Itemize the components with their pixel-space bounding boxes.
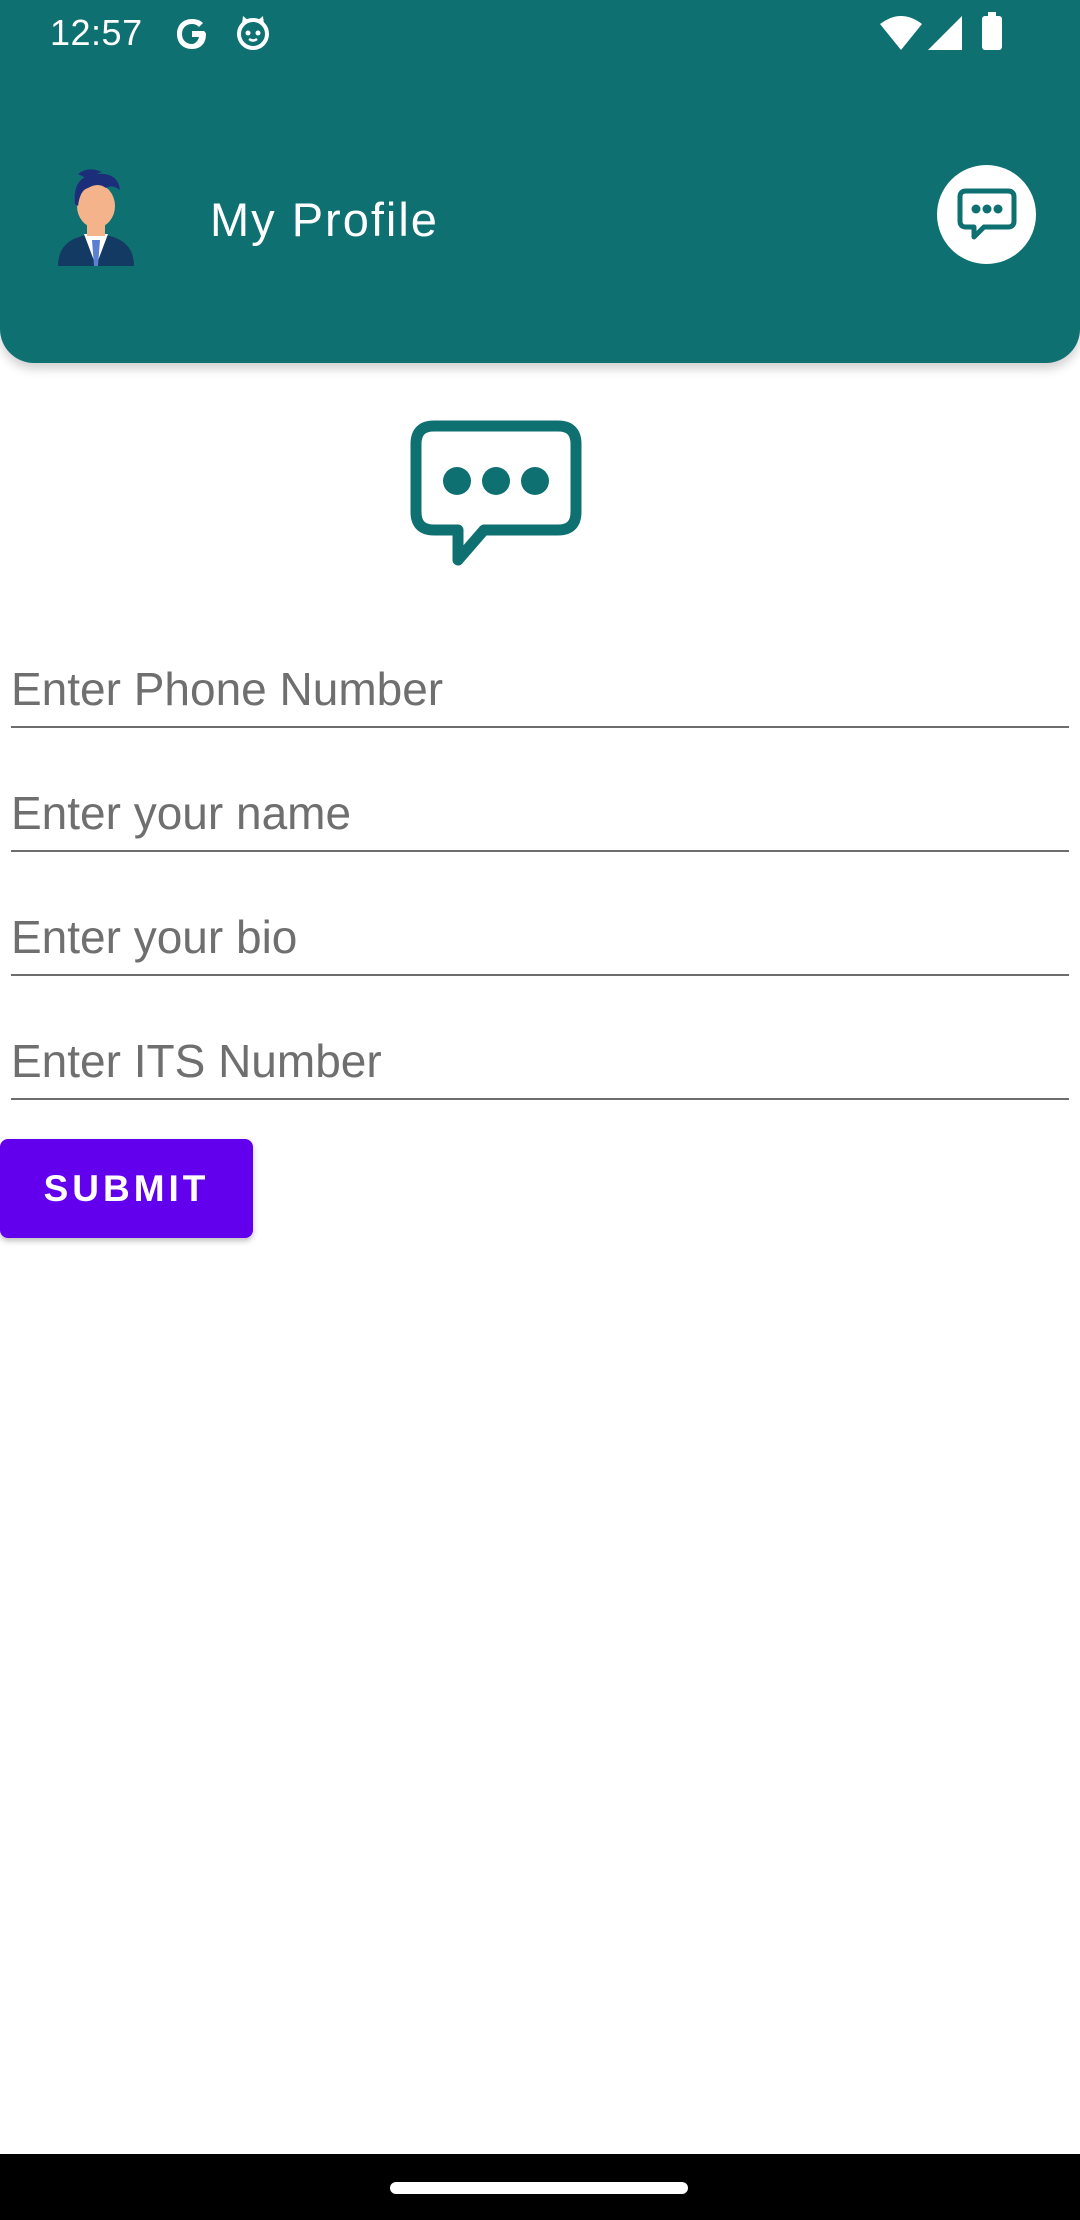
name-input[interactable] (11, 776, 1069, 852)
status-bar: 12:57 (0, 0, 1080, 66)
cell-signal-icon (928, 16, 962, 50)
battery-icon (982, 12, 1002, 50)
status-time: 12:57 (50, 12, 143, 53)
submit-button[interactable]: SUBMIT (0, 1139, 253, 1238)
app-header: 12:57 My Profile (0, 0, 1080, 363)
wifi-icon (880, 16, 922, 50)
chat-button[interactable] (937, 165, 1036, 264)
chat-bubble-dots-icon (410, 420, 582, 566)
home-handle[interactable] (390, 2182, 688, 2194)
page-title: My Profile (210, 193, 439, 246)
phone-number-input[interactable] (11, 652, 1069, 728)
chat-bubble-icon (957, 188, 1016, 239)
google-g-icon (177, 19, 206, 49)
user-avatar-icon (58, 169, 134, 266)
its-number-input[interactable] (11, 1024, 1069, 1100)
bio-input[interactable] (11, 900, 1069, 976)
cat-face-icon (237, 16, 269, 50)
